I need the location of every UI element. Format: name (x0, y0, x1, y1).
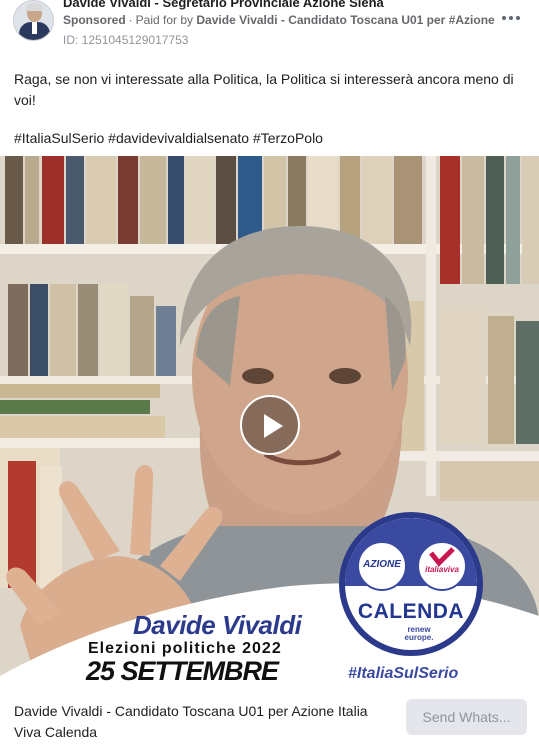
sponsored-label: Sponsored (63, 13, 126, 27)
renew-europe-text: renew europe. (404, 625, 434, 642)
link-title[interactable]: Davide Vivaldi - Candidato Toscana U01 p… (14, 701, 394, 743)
overlay-slogan: #ItaliaSulSerio (348, 665, 459, 682)
separator: · (128, 13, 133, 27)
azione-logo: AZIONE (357, 541, 407, 591)
ad-header: Davide Vivaldi - Segretario Provinciale … (0, 0, 539, 58)
paid-for-prefix: Paid for by (135, 13, 194, 27)
overlay-date: 25 SETTEMBRE (86, 656, 279, 686)
play-button[interactable] (240, 395, 300, 455)
calenda-logo: AZIONE italiaviva CALENDA renew europe. (339, 512, 483, 656)
overlay-candidate-name: Davide Vivaldi (133, 610, 302, 640)
avatar[interactable] (13, 0, 54, 41)
funder-name[interactable]: Davide Vivaldi - Candidato Toscana U01 p… (196, 13, 494, 27)
page-name[interactable]: Davide Vivaldi - Segretario Provinciale … (63, 0, 384, 10)
link-footer[interactable]: Davide Vivaldi - Candidato Toscana U01 p… (0, 693, 539, 749)
ad-id: ID: 1251045129017753 (63, 33, 189, 47)
post-caption: Raga, se non vi interessate alla Politic… (14, 71, 514, 108)
italiaviva-logo: italiaviva (417, 541, 467, 591)
send-whatsapp-button[interactable]: Send Whats... (406, 699, 527, 735)
sponsor-line: Sponsored · Paid for by Davide Vivaldi - C… (63, 13, 495, 27)
italiaviva-check-icon (429, 547, 455, 567)
calenda-text: CALENDA (357, 600, 465, 623)
post-hashtags[interactable]: #ItaliaSulSerio #davidevivaldialsenato #… (14, 128, 323, 149)
more-dots-icon[interactable] (499, 8, 523, 28)
play-icon (264, 414, 283, 438)
